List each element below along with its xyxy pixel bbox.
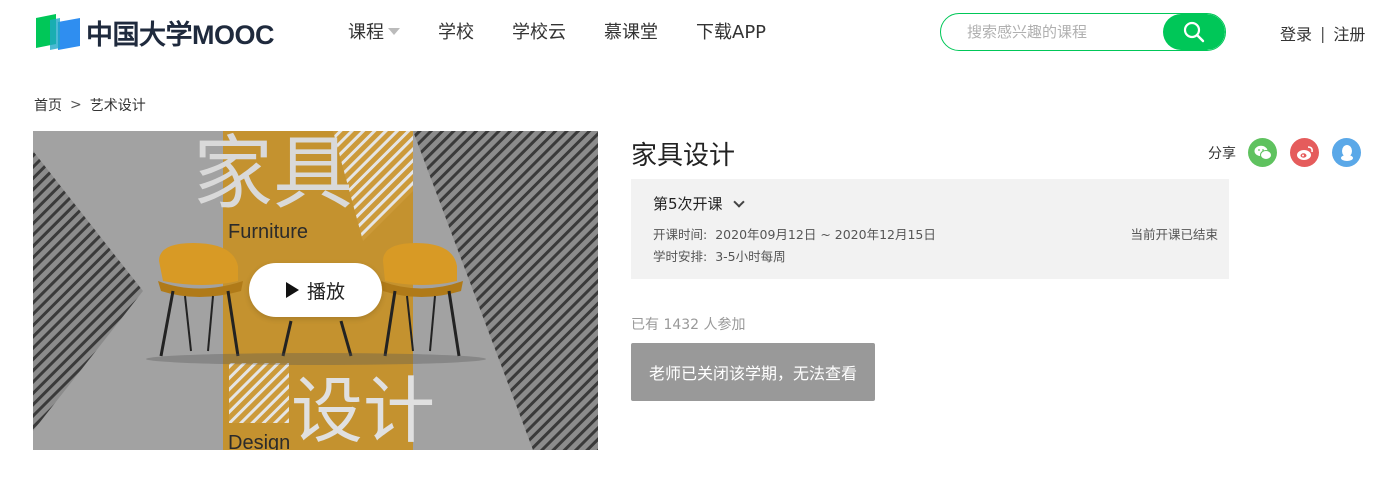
term-selected: 第5次开课 xyxy=(653,195,723,213)
chevron-down-icon xyxy=(732,195,745,208)
term-hours-label: 学时安排: xyxy=(653,249,708,264)
breadcrumb-arrow: > xyxy=(70,97,82,113)
search-input[interactable] xyxy=(941,14,1163,50)
play-icon xyxy=(285,282,299,298)
breadcrumb-category[interactable]: 艺术设计 xyxy=(90,95,146,115)
term-closed-button[interactable]: 老师已关闭该学期，无法查看 xyxy=(631,343,875,401)
nav-item-label: 课程 xyxy=(348,22,384,43)
auth-links: 登录 | 注册 xyxy=(1280,21,1365,45)
nav-item-courses[interactable]: 课程 xyxy=(348,18,400,44)
nav-item-label: 下载APP xyxy=(696,22,767,43)
nav-item-label: 学校 xyxy=(438,22,474,43)
search-box xyxy=(940,13,1226,51)
search-button[interactable] xyxy=(1163,14,1225,50)
art-en-2: Design xyxy=(228,432,290,450)
main-nav: 课程 学校 学校云 慕课堂 下载APP xyxy=(348,18,804,44)
breadcrumb-home[interactable]: 首页 xyxy=(34,95,62,115)
term-panel: 第5次开课 开课时间: 2020年09月12日 ~ 2020年12月15日 学时安… xyxy=(631,179,1229,279)
book-logo-icon xyxy=(36,14,80,50)
term-status: 当前开课已结束 xyxy=(1130,227,1218,242)
term-time-label: 开课时间: xyxy=(653,227,708,242)
nav-item-mooc-classroom[interactable]: 慕课堂 xyxy=(604,18,658,44)
auth-separator: | xyxy=(1320,23,1326,43)
nav-item-schools[interactable]: 学校 xyxy=(438,18,474,44)
qq-icon[interactable] xyxy=(1332,138,1361,167)
caret-down-icon xyxy=(388,27,400,35)
term-hours-row: 学时安排: 3-5小时每周 xyxy=(653,246,786,265)
term-hours-value: 3-5小时每周 xyxy=(715,249,786,264)
enrolled-count: 已有 1432 人参加 xyxy=(631,317,746,333)
share-bar: 分享 xyxy=(1208,138,1374,167)
art-en-1: Furniture xyxy=(228,221,308,243)
register-link[interactable]: 注册 xyxy=(1333,21,1365,45)
term-selector[interactable]: 第5次开课 xyxy=(653,193,745,214)
wechat-icon[interactable] xyxy=(1248,138,1277,167)
nav-item-school-cloud[interactable]: 学校云 xyxy=(512,18,566,44)
site-logo[interactable]: 中国大学MOOC xyxy=(36,14,275,50)
share-label: 分享 xyxy=(1208,145,1236,162)
search-icon xyxy=(1183,21,1205,43)
play-button[interactable]: 播放 xyxy=(249,263,382,317)
breadcrumb: 首页 > 艺术设计 xyxy=(34,95,146,115)
login-link[interactable]: 登录 xyxy=(1280,21,1312,45)
nav-item-label: 慕课堂 xyxy=(604,22,658,43)
course-title: 家具设计 xyxy=(631,141,736,171)
term-time-row: 开课时间: 2020年09月12日 ~ 2020年12月15日 xyxy=(653,224,936,243)
nav-item-label: 学校云 xyxy=(512,22,566,43)
course-cover-video[interactable]: 家具 Furniture 设计 Design 播放 xyxy=(33,131,598,450)
term-time-value: 2020年09月12日 ~ 2020年12月15日 xyxy=(715,227,936,242)
weibo-icon[interactable] xyxy=(1290,138,1319,167)
play-label: 播放 xyxy=(306,280,345,303)
logo-text: 中国大学MOOC xyxy=(86,19,275,50)
nav-item-download-app[interactable]: 下载APP xyxy=(696,18,766,44)
art-title-cn-2: 设计 xyxy=(291,369,435,450)
art-title-cn-1: 家具 xyxy=(193,131,353,220)
